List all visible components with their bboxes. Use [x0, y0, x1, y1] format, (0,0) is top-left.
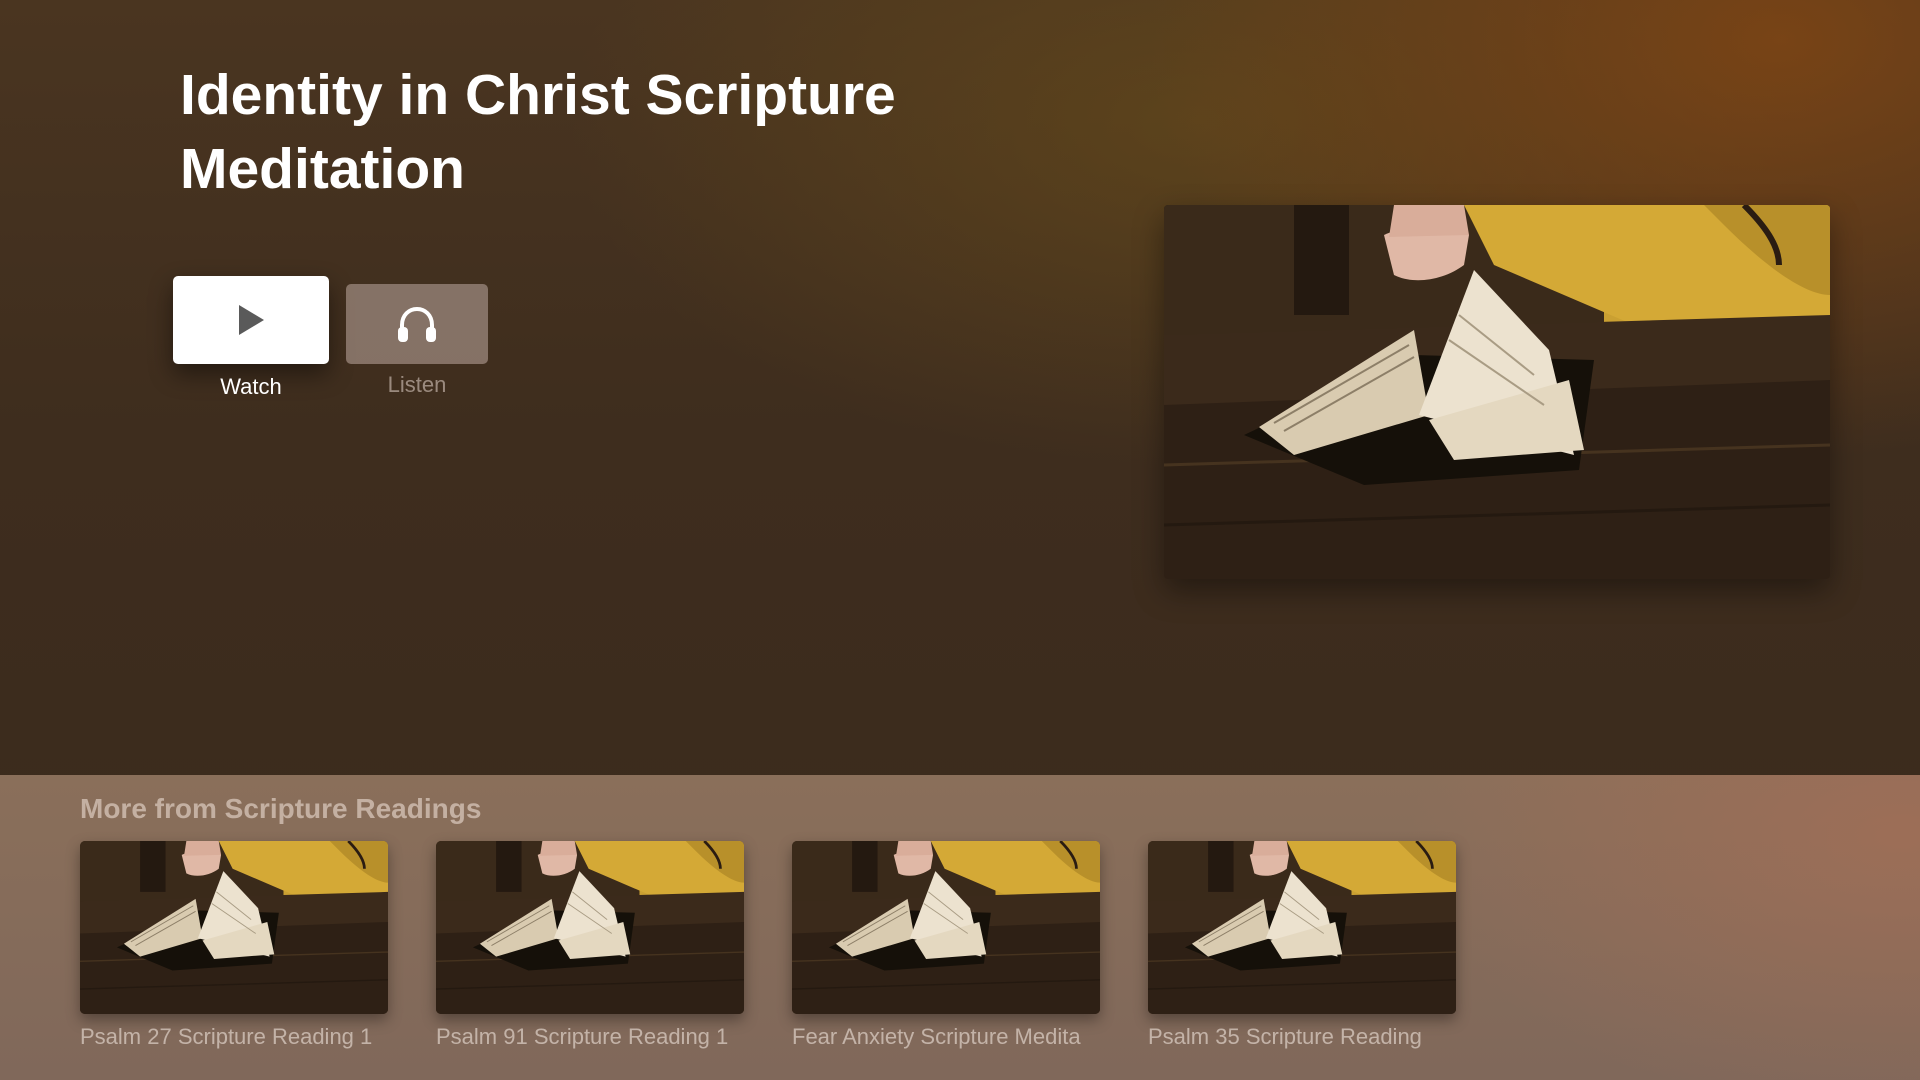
- open-bible-image: [1148, 841, 1456, 1014]
- open-bible-image: [436, 841, 744, 1014]
- app-screen: Identity in Christ Scripture Meditation …: [0, 0, 1920, 1080]
- shelf-item-thumbnail[interactable]: [1148, 841, 1456, 1014]
- shelf-item[interactable]: Psalm 91 Scripture Reading 1: [436, 841, 744, 1050]
- page-title: Identity in Christ Scripture Meditation: [180, 63, 896, 201]
- watch-action[interactable]: Watch: [173, 276, 329, 400]
- shelf-item-title: Fear Anxiety Scripture Medita: [792, 1024, 1081, 1049]
- shelf-item-title: Psalm 91 Scripture Reading 1: [436, 1024, 729, 1049]
- shelf-item[interactable]: Psalm 35 Scripture Reading: [1148, 841, 1456, 1050]
- shelf-item[interactable]: Fear Anxiety Scripture Medita: [792, 841, 1100, 1050]
- listen-action[interactable]: Listen: [346, 284, 488, 398]
- watch-button[interactable]: [173, 276, 329, 364]
- listen-button[interactable]: [346, 284, 488, 364]
- shelf-item[interactable]: Psalm 27 Scripture Reading 1: [80, 841, 388, 1050]
- shelf-item-thumbnail[interactable]: [436, 841, 744, 1014]
- hero-artwork: [1164, 205, 1830, 579]
- shelf-item-thumbnail[interactable]: [792, 841, 1100, 1014]
- headphones-icon: [398, 306, 436, 342]
- shelf-item-title: Psalm 35 Scripture Reading: [1148, 1024, 1422, 1049]
- play-icon: [239, 305, 264, 335]
- open-bible-image: [792, 841, 1100, 1014]
- shelf-item-thumbnail[interactable]: [80, 841, 388, 1014]
- watch-label: Watch: [220, 374, 282, 399]
- shelf-title: More from Scripture Readings: [80, 793, 482, 824]
- more-from-shelf: More from Scripture Readings Psalm 27 Sc…: [0, 775, 1920, 1080]
- listen-label: Listen: [387, 372, 447, 397]
- open-bible-image: [1164, 205, 1830, 579]
- open-bible-image: [80, 841, 388, 1014]
- shelf-item-title: Psalm 27 Scripture Reading 1: [80, 1024, 373, 1049]
